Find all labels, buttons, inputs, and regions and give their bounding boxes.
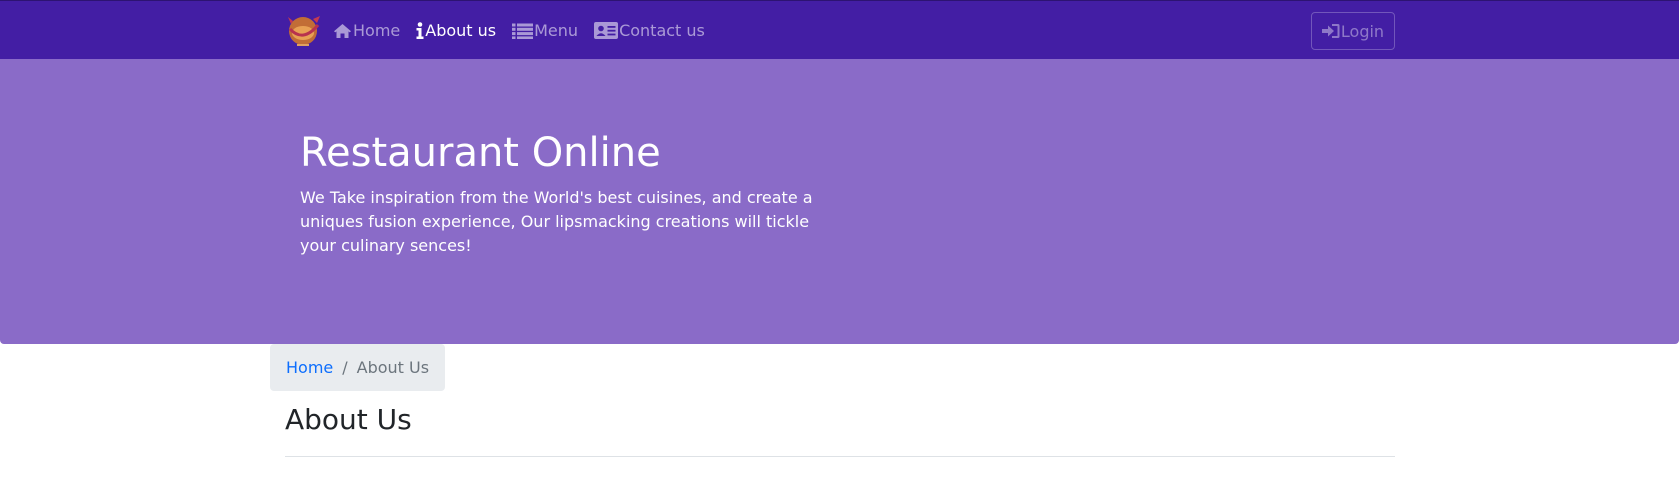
home-icon <box>334 23 351 38</box>
breadcrumb-separator: / <box>342 358 348 377</box>
restaurant-logo-icon[interactable] <box>285 13 323 49</box>
breadcrumb: Home / About Us <box>270 344 446 391</box>
breadcrumb-home-link[interactable]: Home <box>286 358 333 377</box>
list-icon <box>512 23 534 39</box>
nav-home-link[interactable]: Home <box>333 21 400 40</box>
hero-banner: Restaurant Online We Take inspiration fr… <box>0 59 1679 344</box>
hero-description: We Take inspiration from the World's bes… <box>300 188 813 255</box>
nav-menu: Home About us Menu Contact us <box>285 1 721 60</box>
nav-about-label: About us <box>425 21 497 40</box>
nav-menu-link[interactable]: Menu <box>512 21 578 40</box>
hero-title: Restaurant Online <box>300 130 661 176</box>
page-title: About Us <box>285 403 412 436</box>
nav-contact-label: Contact us <box>619 21 705 40</box>
nav-contact-link[interactable]: Contact us <box>594 21 705 40</box>
nav-menu-label: Menu <box>534 21 579 40</box>
breadcrumb-current: About Us <box>356 358 430 377</box>
sign-in-icon <box>1321 24 1340 38</box>
heading-divider <box>285 456 1395 457</box>
top-navbar: Home About us Menu Contact us Login <box>0 0 1679 59</box>
info-icon <box>416 22 424 39</box>
contact-card-icon <box>594 22 619 39</box>
login-label: Login <box>1340 21 1385 41</box>
nav-home-label: Home <box>353 21 401 40</box>
login-button[interactable]: Login <box>1311 12 1395 50</box>
nav-about-link[interactable]: About us <box>416 21 496 40</box>
